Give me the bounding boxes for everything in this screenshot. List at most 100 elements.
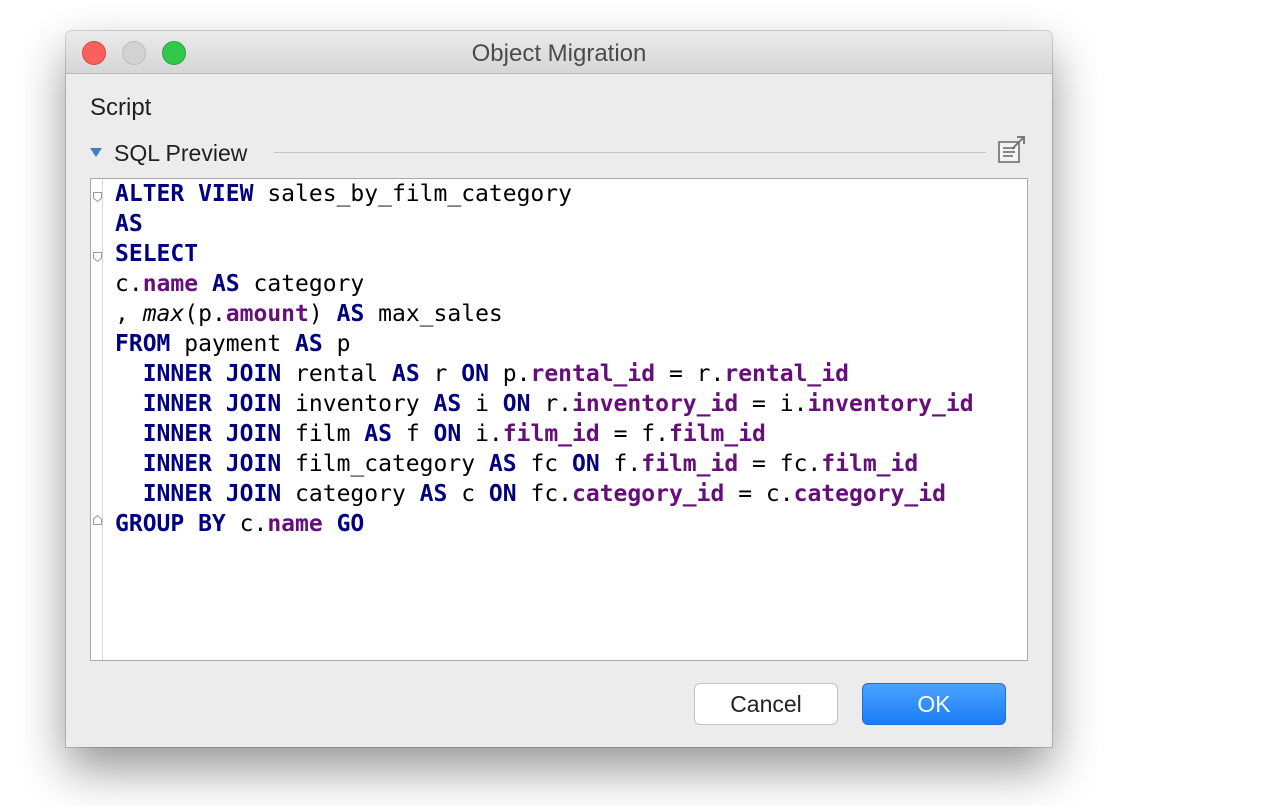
code-line: FROM payment AS p: [115, 329, 974, 359]
sql-column: film_id: [668, 421, 766, 447]
sql-text: inventory: [281, 391, 434, 417]
code-line: INNER JOIN rental AS r ON p.rental_id = …: [115, 359, 974, 389]
sql-column: film_id: [641, 451, 739, 477]
sql-keyword: INNER JOIN: [142, 451, 282, 477]
sql-text: = c.: [724, 481, 794, 507]
script-section-heading: Script: [90, 94, 152, 121]
sql-column: inventory_id: [807, 391, 974, 417]
sql-text: fc.: [516, 481, 573, 507]
code-line: GROUP BY c.name GO: [115, 509, 974, 539]
code-line: INNER JOIN inventory AS i ON r.inventory…: [115, 389, 974, 419]
ok-button[interactable]: OK: [862, 683, 1006, 725]
sql-text: = f.: [599, 421, 669, 447]
sql-keyword: AS: [433, 391, 462, 417]
sql-text: max_sales: [364, 301, 503, 327]
sql-text: c.: [115, 271, 143, 297]
sql-text: i: [461, 391, 503, 417]
sql-keyword: AS: [336, 301, 365, 327]
sql-keyword: AS: [488, 451, 517, 477]
code-line: INNER JOIN category AS c ON fc.category_…: [115, 479, 974, 509]
sql-keyword: INNER JOIN: [142, 421, 282, 447]
sql-keyword: SELECT: [115, 241, 199, 267]
cancel-button[interactable]: Cancel: [694, 683, 838, 725]
title-bar[interactable]: Object Migration: [66, 31, 1052, 74]
code-line: , max(p.amount) AS max_sales: [115, 299, 974, 329]
code-line: ALTER VIEW sales_by_film_category: [115, 179, 974, 209]
sql-keyword: AS: [211, 271, 240, 297]
sql-keyword: INNER JOIN: [142, 481, 282, 507]
window-title: Object Migration: [471, 40, 647, 67]
sql-text: f: [391, 421, 434, 447]
sql-text: = fc.: [738, 451, 822, 477]
sql-column: film_id: [821, 451, 919, 477]
sql-text: r.: [530, 391, 573, 417]
sql-text: rental: [281, 361, 392, 387]
code-line: AS: [115, 209, 974, 239]
sql-text: payment: [170, 331, 296, 357]
sql-column: film_id: [502, 421, 600, 447]
sql-text: category: [239, 271, 365, 297]
sql-preview-label[interactable]: SQL Preview: [114, 140, 247, 166]
sql-text: p.: [488, 361, 531, 387]
sql-text: c.: [225, 511, 268, 537]
sql-preview-header: SQL Preview: [90, 136, 1030, 167]
fold-end-icon[interactable]: [93, 515, 102, 525]
sql-text: i.: [461, 421, 503, 447]
sql-text: sales_by_film_category: [253, 181, 572, 207]
sql-keyword: ON: [572, 451, 600, 477]
sql-keyword: AS: [364, 421, 392, 447]
sql-code[interactable]: ALTER VIEW sales_by_film_category AS SELEC…: [115, 179, 974, 539]
sql-function: max: [142, 301, 185, 327]
sql-preview-editor[interactable]: ALTER VIEW sales_by_film_category AS SELEC…: [90, 178, 1028, 661]
sql-column: rental_id: [724, 361, 849, 387]
sql-text: p: [322, 331, 351, 357]
sql-keyword: INNER JOIN: [142, 361, 282, 387]
sql-keyword: FROM: [115, 331, 171, 357]
sql-column: name: [267, 511, 323, 537]
sql-text: r: [419, 361, 462, 387]
sql-text: = r.: [655, 361, 725, 387]
sql-keyword: AS: [115, 211, 143, 237]
code-line: INNER JOIN film_category AS fc ON f.film…: [115, 449, 974, 479]
fold-open-icon[interactable]: [93, 252, 102, 262]
code-line: INNER JOIN film AS f ON i.film_id = f.fi…: [115, 419, 974, 449]
sql-keyword: ON: [433, 421, 462, 447]
sql-keyword: GROUP BY: [115, 511, 226, 537]
sql-keyword: ON: [461, 361, 489, 387]
sql-text: fc: [516, 451, 572, 477]
sql-keyword: INNER JOIN: [142, 391, 282, 417]
dialog-buttons: Cancel OK: [66, 681, 1052, 727]
editor-gutter: [91, 179, 103, 660]
code-line: SELECT: [115, 239, 974, 269]
desktop-background: Object Migration Script SQL Preview ALTE…: [0, 0, 1270, 806]
sql-keyword: ON: [488, 481, 517, 507]
sql-keyword: GO: [336, 511, 365, 537]
sql-column: amount: [225, 301, 309, 327]
sql-text: f.: [599, 451, 642, 477]
code-line: c.name AS category: [115, 269, 974, 299]
object-migration-dialog: Object Migration Script SQL Preview ALTE…: [66, 31, 1052, 747]
collapse-triangle-icon[interactable]: [90, 148, 102, 157]
sql-column: inventory_id: [572, 391, 739, 417]
sql-text: film: [281, 421, 365, 447]
sql-text: (p.: [184, 301, 226, 327]
sql-text: film_category: [281, 451, 489, 477]
sql-keyword: AS: [295, 331, 323, 357]
sql-column: rental_id: [530, 361, 656, 387]
sql-keyword: ALTER VIEW: [115, 181, 254, 207]
fold-open-icon[interactable]: [93, 192, 102, 202]
sql-text: category: [281, 481, 420, 507]
sql-text: ): [308, 301, 337, 327]
sql-text: ,: [115, 301, 143, 327]
open-in-editor-icon[interactable]: [996, 133, 1028, 165]
sql-text: c: [447, 481, 489, 507]
preview-divider: [274, 152, 986, 153]
sql-keyword: AS: [419, 481, 448, 507]
